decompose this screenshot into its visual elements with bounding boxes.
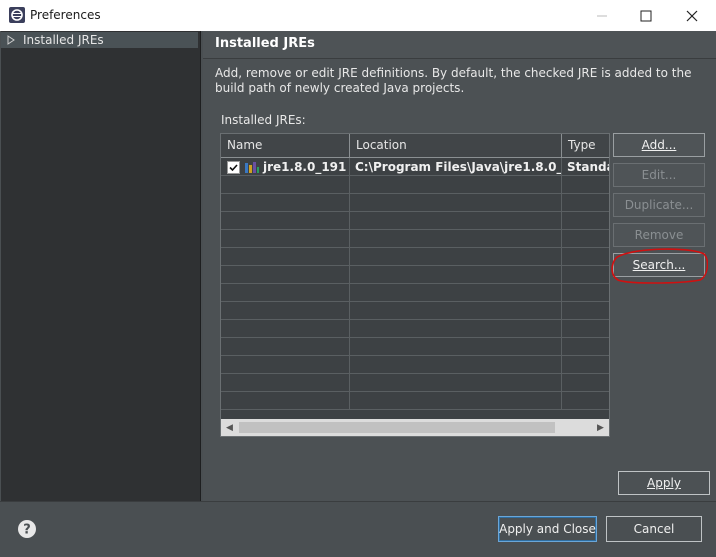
table-row-empty [221,374,609,392]
page-title: Installed JREs [215,36,315,51]
maximize-button[interactable] [623,0,669,31]
table-body: jre1.8.0_191 ... C:\Program Files\Java\j… [221,158,609,410]
table-row-empty [221,248,609,266]
scroll-left-icon[interactable]: ◀ [221,419,238,436]
cell-name: jre1.8.0_191 ... [221,158,350,176]
table-row-empty [221,302,609,320]
table-row-empty [221,338,609,356]
close-button[interactable] [669,0,715,31]
expand-arrow-icon[interactable] [6,35,16,45]
dialog-footer: ? Apply and Close Cancel [0,501,716,557]
jre-table[interactable]: Name Location Type jre1.8.0_191 ... C:\P… [220,133,610,437]
add-button[interactable]: Add... [613,133,705,157]
help-icon[interactable]: ? [17,519,37,539]
table-row[interactable]: jre1.8.0_191 ... C:\Program Files\Java\j… [221,158,609,176]
scrollbar-thumb[interactable] [239,422,555,433]
close-icon [686,10,698,21]
red-highlight-circle [611,248,708,284]
cell-location: C:\Program Files\Java\jre1.8.0_... [350,158,562,176]
table-row-empty [221,212,609,230]
jre-library-icon [245,162,259,173]
cell-type: Standa [567,160,610,174]
table-header: Name Location Type [221,134,609,158]
sidebar-item-label: Installed JREs [23,33,104,47]
table-row-empty [221,392,609,410]
svg-text:?: ? [23,523,31,538]
horizontal-scrollbar[interactable]: ◀ ▶ [221,419,609,436]
apply-and-close-button[interactable]: Apply and Close [498,516,597,542]
preferences-tree: Installed JREs [1,31,201,501]
main-panel: Installed JREs Add, remove or edit JRE d… [203,31,716,501]
table-row-empty [221,230,609,248]
table-row-empty [221,356,609,374]
table-row-empty [221,284,609,302]
title-bar: Preferences [0,0,716,31]
table-row-empty [221,194,609,212]
checkbox-checked-icon[interactable] [227,161,240,174]
window-title: Preferences [30,8,101,22]
sidebar-item-installed-jres[interactable]: Installed JREs [1,32,198,48]
cancel-button[interactable]: Cancel [606,516,702,542]
duplicate-button[interactable]: Duplicate... [613,193,705,217]
installed-jres-label: Installed JREs: [221,113,306,127]
minimize-icon [597,15,607,16]
scroll-right-icon[interactable]: ▶ [592,419,609,436]
table-row-empty [221,320,609,338]
table-row-empty [221,266,609,284]
page-description: Add, remove or edit JRE definitions. By … [215,66,692,95]
apply-button[interactable]: Apply [618,471,710,495]
maximize-icon [640,10,652,21]
jre-name: jre1.8.0_191 ... [263,160,349,174]
column-header-name[interactable]: Name [221,134,350,157]
eclipse-icon [9,7,25,23]
minimize-button[interactable] [579,0,625,31]
edit-button[interactable]: Edit... [613,163,705,187]
remove-button[interactable]: Remove [613,223,705,247]
column-header-location[interactable]: Location [350,134,562,157]
column-header-type[interactable]: Type [562,134,609,157]
table-row-empty [221,176,609,194]
page-header: Installed JREs [203,31,716,59]
